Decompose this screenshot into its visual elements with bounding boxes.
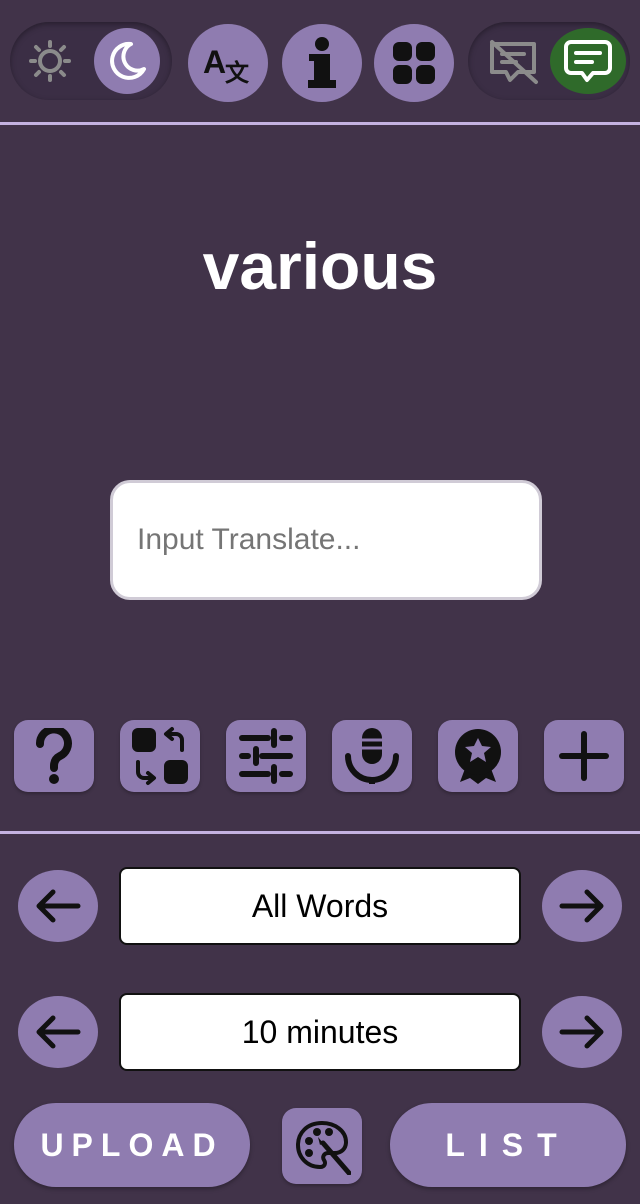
translate-icon: A 文: [201, 41, 255, 85]
settings-sliders-icon: [238, 728, 294, 784]
microphone-icon: [342, 726, 402, 786]
info-icon: [304, 36, 340, 90]
word-filter-prev-button[interactable]: [18, 870, 98, 942]
toolbar-divider: [0, 831, 640, 834]
comment-off-icon[interactable]: [486, 38, 542, 86]
word-filter-select[interactable]: All Words: [119, 867, 521, 945]
microphone-button[interactable]: [332, 720, 412, 792]
comment-toggle[interactable]: [468, 22, 630, 100]
header-divider: [0, 122, 640, 125]
help-icon: [34, 728, 74, 784]
palette-button[interactable]: [282, 1108, 362, 1184]
apps-grid-icon: [391, 40, 437, 86]
timer-prev-button[interactable]: [18, 996, 98, 1068]
svg-text:文: 文: [225, 59, 250, 85]
timer-select[interactable]: 10 minutes: [119, 993, 521, 1071]
swap-button[interactable]: [120, 720, 200, 792]
settings-button[interactable]: [226, 720, 306, 792]
info-button[interactable]: [282, 24, 362, 102]
sun-icon[interactable]: [28, 39, 72, 83]
svg-text:A: A: [203, 44, 226, 80]
add-icon: [559, 731, 609, 781]
word-display: various: [202, 229, 438, 303]
list-button[interactable]: LIST: [390, 1103, 626, 1187]
timer-next-button[interactable]: [542, 996, 622, 1068]
add-button[interactable]: [544, 720, 624, 792]
swap-icon: [130, 726, 190, 786]
arrow-left-icon: [35, 1015, 81, 1049]
theme-toggle[interactable]: [10, 22, 172, 100]
help-button[interactable]: [14, 720, 94, 792]
translate-button[interactable]: A 文: [188, 24, 268, 102]
translate-input[interactable]: [110, 480, 542, 600]
arrow-right-icon: [559, 889, 605, 923]
badge-button[interactable]: [438, 720, 518, 792]
moon-icon[interactable]: [94, 28, 160, 94]
word-filter-next-button[interactable]: [542, 870, 622, 942]
arrow-left-icon: [35, 889, 81, 923]
comment-on-icon[interactable]: [550, 28, 626, 94]
badge-icon: [450, 726, 506, 786]
arrow-right-icon: [559, 1015, 605, 1049]
palette-icon: [293, 1117, 351, 1175]
upload-button[interactable]: UPLOAD: [14, 1103, 250, 1187]
apps-button[interactable]: [374, 24, 454, 102]
